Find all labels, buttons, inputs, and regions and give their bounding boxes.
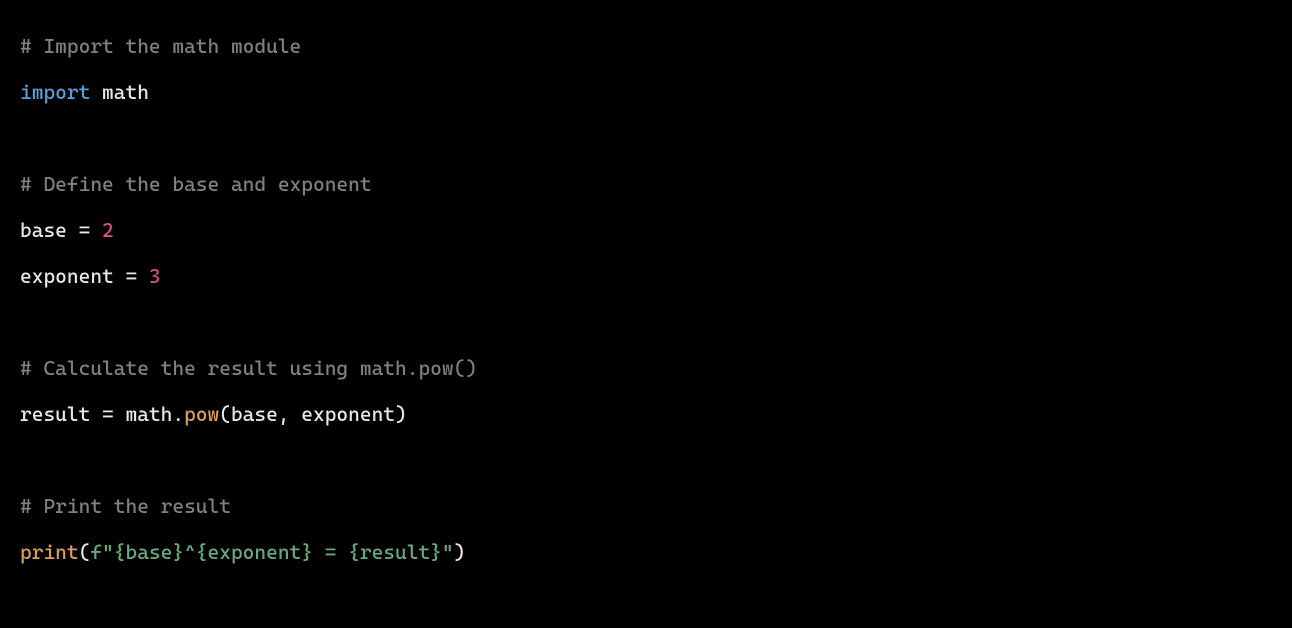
code-line: import math (20, 76, 1272, 108)
code-token: (base, exponent) (219, 402, 407, 426)
code-line: # Calculate the result using math.pow() (20, 352, 1272, 384)
code-line: # Define the base and exponent (20, 168, 1272, 200)
code-line: exponent = 3 (20, 260, 1272, 292)
code-token: 3 (149, 264, 161, 288)
code-token: 2 (102, 218, 114, 242)
code-token: exponent = (20, 264, 149, 288)
code-token: f"{base}^{exponent} = {result}" (90, 540, 453, 564)
code-line (20, 444, 1272, 476)
code-token: # Define the base and exponent (20, 172, 372, 196)
code-token: # Print the result (20, 494, 231, 518)
code-line: result = math.pow(base, exponent) (20, 398, 1272, 430)
code-token: # Calculate the result using math.pow() (20, 356, 477, 380)
code-line (20, 122, 1272, 154)
code-token: math (90, 80, 149, 104)
code-token: import (20, 80, 90, 104)
code-token: pow (184, 402, 219, 426)
code-token: ) (454, 540, 466, 564)
code-token: print (20, 540, 79, 564)
code-line (20, 306, 1272, 338)
code-token: base = (20, 218, 102, 242)
code-line: base = 2 (20, 214, 1272, 246)
code-line: # Import the math module (20, 30, 1272, 62)
code-line: # Print the result (20, 490, 1272, 522)
code-line: print(f"{base}^{exponent} = {result}") (20, 536, 1272, 568)
code-block: # Import the math module import math # De… (20, 30, 1272, 568)
code-token: # Import the math module (20, 34, 301, 58)
code-token: ( (79, 540, 91, 564)
code-token: result = math. (20, 402, 184, 426)
